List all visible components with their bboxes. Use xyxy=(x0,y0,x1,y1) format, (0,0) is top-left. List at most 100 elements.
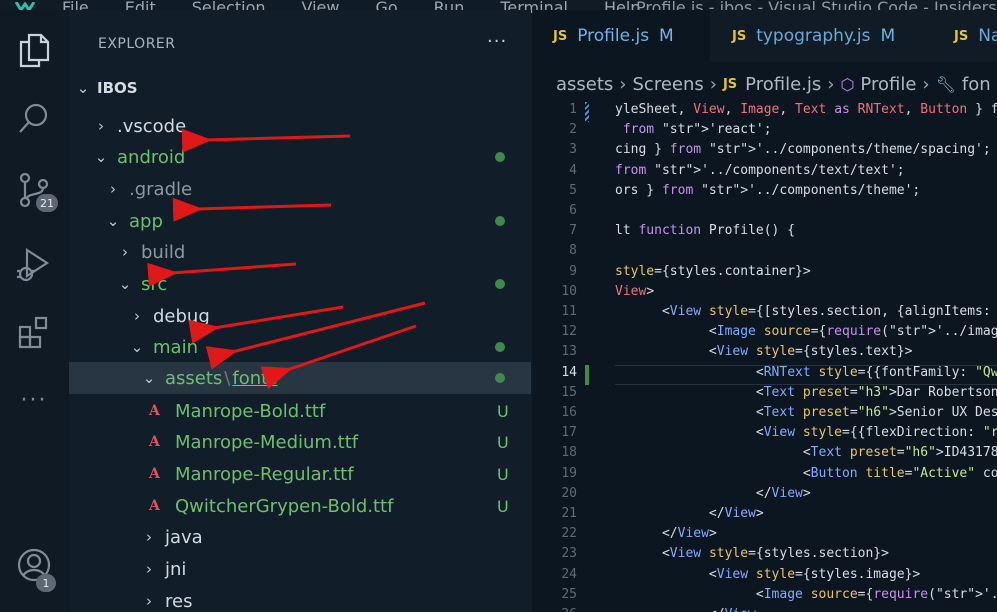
breadcrumb-symbol[interactable]: Profile xyxy=(860,74,916,95)
folder-row[interactable]: › res xyxy=(69,585,531,612)
folder-label: android xyxy=(117,146,186,168)
chevron-right-icon: › xyxy=(122,243,128,261)
editor-area: JS Profile.js M JS typography.js M JS Na… xyxy=(533,10,997,612)
explorer-activity[interactable] xyxy=(14,30,54,70)
folder-row[interactable]: › jni xyxy=(69,553,531,585)
folder-label-compact[interactable]: fonts xyxy=(232,368,277,389)
file-label: QwitcherGrypen-Bold.ttf xyxy=(175,495,394,517)
file-row[interactable]: A QwitcherGrypen-Bold.ttf U xyxy=(69,490,531,522)
accounts-activity[interactable]: 1 xyxy=(14,546,56,592)
folder-row[interactable]: ⌄ main xyxy=(69,331,531,363)
extensions-activity[interactable] xyxy=(14,312,54,352)
folder-label: main xyxy=(153,336,198,358)
code-text: </View> xyxy=(615,506,764,521)
code-text: <View style={[styles.section, {alignItem… xyxy=(615,304,991,319)
code-line: 15 <Text preset="h3">Dar Robertson xyxy=(533,385,997,405)
more-activity[interactable]: ··· xyxy=(14,380,54,420)
code-line: 21 </View> xyxy=(533,506,997,526)
chevron-down-icon: ⌄ xyxy=(106,212,120,230)
breadcrumb-assets[interactable]: assets xyxy=(556,74,613,95)
folder-row[interactable]: ⌄ android xyxy=(69,141,531,173)
file-row[interactable]: A Manrope-Medium.ttf U xyxy=(69,426,531,458)
source-control-activity[interactable]: 21 xyxy=(14,170,58,212)
explorer-sidebar: EXPLORER ··· ⌄ IBOS › .vscode ⌄ android › .gr… xyxy=(69,10,531,612)
folder-row[interactable]: ⌄ app xyxy=(69,205,531,237)
folder-label: app xyxy=(129,210,163,232)
chevron-right-icon: › xyxy=(146,528,152,546)
line-number: 13 xyxy=(561,344,577,360)
line-number: 12 xyxy=(561,324,577,340)
code-text: <View style={styles.image}> xyxy=(615,566,921,582)
folder-row[interactable]: › debug xyxy=(69,300,531,332)
code-line: 16 <Text preset="h6">Senior UX Des xyxy=(533,405,997,425)
code-line: 1 yleSheet, View, Image, Text as RNText, … xyxy=(533,102,997,122)
code-text: from "str">'react'; xyxy=(622,122,772,138)
extensions-icon xyxy=(18,316,48,349)
breadcrumb-screens[interactable]: Screens xyxy=(633,74,704,95)
code-text: <View style={styles.section}> xyxy=(615,546,889,562)
explorer-more-actions-icon[interactable]: ··· xyxy=(487,31,507,52)
js-file-icon: JS xyxy=(722,77,738,92)
folder-row[interactable]: › build xyxy=(69,236,531,268)
breadcrumb-symbol-2[interactable]: fon xyxy=(962,74,991,95)
code-text: <Image source={require("str">'../imag xyxy=(615,586,997,602)
modified-dot-icon xyxy=(495,152,505,162)
code-line: 5 ors } from "str">'../components/theme'; xyxy=(533,183,997,203)
code-text: </View xyxy=(615,607,756,612)
run-debug-activity[interactable] xyxy=(14,244,54,284)
folder-label: java xyxy=(165,526,203,548)
code-line: 14 <RNText style={{fontFamily: "Qw xyxy=(533,364,997,385)
folder-label: res xyxy=(165,590,193,612)
code-text: <View style={{flexDirection: "r xyxy=(615,425,997,441)
code-text: from "str">'../components/text/text'; xyxy=(615,162,905,178)
tab-profile-js[interactable]: JS Profile.js M xyxy=(533,10,710,62)
breadcrumb: assets › Screens › JS Profile.js › ⬡ Pro… xyxy=(556,74,991,95)
folder-row[interactable]: › .vscode xyxy=(69,110,531,142)
js-file-icon: JS xyxy=(732,28,747,44)
code-line: 7 lt function Profile() { xyxy=(533,223,997,243)
line-number: 15 xyxy=(561,384,577,400)
chevron-right-icon: › xyxy=(827,74,835,95)
file-row[interactable]: A Manrope-Regular.ttf U xyxy=(69,458,531,490)
line-number: 17 xyxy=(561,425,577,441)
folder-label: assets xyxy=(165,367,223,389)
chevron-right-icon: › xyxy=(98,117,104,135)
line-number: 7 xyxy=(569,223,577,239)
workspace-root[interactable]: ⌄ IBOS xyxy=(69,72,531,104)
tab-typography-js[interactable]: JS typography.js M xyxy=(712,10,912,62)
code-line: 12 <Image source={require("str">'../imag… xyxy=(533,324,997,344)
font-file-icon: A xyxy=(149,434,160,450)
code-line: 24 <View style={styles.image}> xyxy=(533,567,997,587)
code-line: 23 <View style={styles.section}> xyxy=(533,546,997,566)
folder-row[interactable]: ⌄ assets \ fonts xyxy=(69,362,531,394)
code-line: 6 xyxy=(533,203,997,223)
line-number: 19 xyxy=(561,465,577,481)
tab-na[interactable]: JS Na xyxy=(934,10,997,62)
code-text: <View style={styles.text}> xyxy=(615,344,913,360)
chevron-down-icon: ⌄ xyxy=(118,275,132,293)
line-number: 21 xyxy=(561,506,577,521)
line-number: 1 xyxy=(569,102,577,117)
folder-row[interactable]: › java xyxy=(69,521,531,553)
folder-row[interactable]: ⌄ src xyxy=(69,268,531,300)
folder-label: build xyxy=(141,241,186,263)
code-line: 3 cing } from "str">'../components/theme/… xyxy=(533,142,997,162)
folder-label: debug xyxy=(153,305,210,327)
file-label: Manrope-Medium.ttf xyxy=(175,431,359,453)
chevron-right-icon: › xyxy=(922,74,930,95)
code-line: 10 View> xyxy=(533,284,997,304)
folder-row[interactable]: › .gradle xyxy=(69,173,531,205)
git-modified-gutter xyxy=(585,364,589,385)
line-number: 23 xyxy=(561,546,577,562)
wrench-icon: 🔧︎ xyxy=(935,75,956,94)
file-row[interactable]: A Manrope-Bold.ttf U xyxy=(69,395,531,427)
search-activity[interactable] xyxy=(14,98,54,138)
chevron-down-icon: ⌄ xyxy=(130,338,144,356)
code-text: lt function Profile() { xyxy=(615,223,796,239)
breadcrumb-file[interactable]: Profile.js xyxy=(745,74,821,95)
chevron-down-icon: ⌄ xyxy=(76,79,90,97)
code-text: ors } from "str">'../components/theme'; xyxy=(615,182,921,198)
modified-dot-icon xyxy=(495,342,505,352)
chevron-right-icon: › xyxy=(134,307,140,325)
code-text: <Text preset="h3">Dar Robertson xyxy=(615,384,997,400)
